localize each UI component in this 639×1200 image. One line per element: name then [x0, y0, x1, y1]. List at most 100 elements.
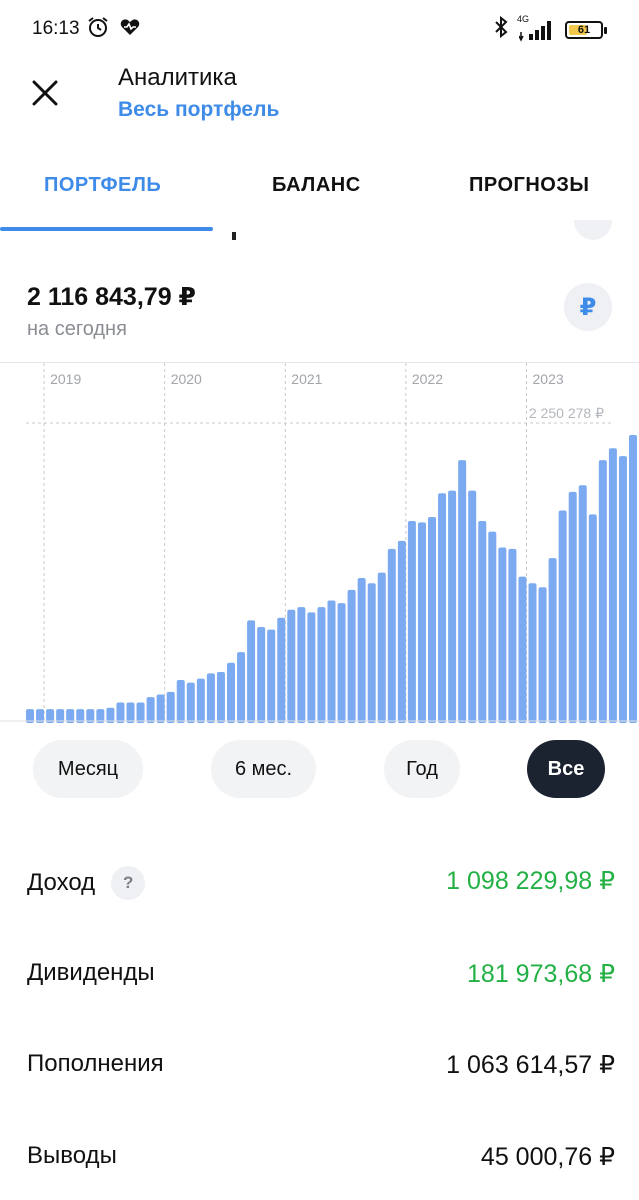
- chart-bar[interactable]: [588, 514, 597, 723]
- chart-bar[interactable]: [156, 694, 165, 723]
- chart-bar[interactable]: [417, 522, 426, 723]
- chart-bar[interactable]: [397, 540, 406, 723]
- chart-bar[interactable]: [136, 702, 145, 723]
- heart-wave-icon: [118, 15, 142, 44]
- chart-bar[interactable]: [558, 510, 567, 723]
- close-button[interactable]: [22, 70, 68, 116]
- scrolled-button-fragment: [574, 220, 612, 240]
- chart-bar[interactable]: [116, 702, 125, 723]
- chart-bar[interactable]: [598, 460, 607, 723]
- chart-bar[interactable]: [458, 460, 467, 723]
- help-icon[interactable]: ?: [111, 866, 146, 900]
- period-6months-button[interactable]: 6 мес.: [211, 740, 316, 798]
- period-month-button[interactable]: Месяц: [33, 740, 143, 798]
- chart-bar[interactable]: [227, 662, 235, 723]
- chart-bar[interactable]: [548, 558, 557, 723]
- tab-forecasts[interactable]: ПРОГНОЗЫ: [469, 174, 589, 197]
- chart-bar[interactable]: [307, 612, 316, 723]
- stat-deposits: Пополнения 1 063 614,57 ₽: [0, 1050, 639, 1100]
- period-year-button[interactable]: Год: [384, 740, 460, 798]
- stat-dividends-label: Дивиденды: [27, 959, 155, 986]
- year-label: 2022: [412, 371, 443, 387]
- tab-bar: ПОРТФЕЛЬ БАЛАНС ПРОГНОЗЫ: [0, 150, 639, 240]
- chart-bar[interactable]: [186, 682, 195, 723]
- stat-deposits-label: Пополнения: [27, 1050, 164, 1077]
- chart-bar[interactable]: [247, 620, 256, 723]
- stat-deposits-value: 1 063 614,57 ₽: [446, 1051, 615, 1079]
- chart-bar[interactable]: [317, 607, 326, 723]
- portfolio-value-caption: на сегодня: [27, 318, 127, 340]
- chart-bar[interactable]: [337, 603, 346, 723]
- currency-switch-button[interactable]: ₽: [564, 283, 612, 331]
- chart-bar[interactable]: [146, 697, 155, 723]
- chart-bar[interactable]: [629, 434, 637, 723]
- stat-withdrawals-label: Выводы: [27, 1142, 117, 1169]
- chart-bar[interactable]: [528, 583, 537, 723]
- chart-bar[interactable]: [277, 617, 286, 723]
- chart-bar[interactable]: [206, 673, 215, 723]
- scrolled-content-fragment: [232, 232, 236, 240]
- status-left-icons: [86, 15, 142, 44]
- bluetooth-icon: [491, 15, 511, 44]
- chart-bar[interactable]: [257, 626, 266, 723]
- chart-bar[interactable]: [357, 577, 366, 723]
- max-value-label: 2 250 278 ₽: [529, 405, 604, 421]
- chart-bar[interactable]: [327, 600, 336, 723]
- chart-bar[interactable]: [508, 548, 517, 723]
- chart-bar[interactable]: [297, 607, 306, 723]
- chart-bar[interactable]: [478, 521, 487, 723]
- stat-income-label-group: Доход ?: [27, 866, 146, 900]
- chart-bar[interactable]: [468, 490, 477, 723]
- chart-bar[interactable]: [407, 521, 416, 723]
- battery-level: 61: [577, 23, 591, 36]
- chart-bar[interactable]: [518, 576, 527, 723]
- chart-bar[interactable]: [126, 702, 135, 723]
- year-label: 2021: [291, 371, 322, 387]
- battery-icon: 61: [565, 20, 607, 39]
- chart-bar[interactable]: [196, 678, 205, 723]
- chart-bar[interactable]: [367, 583, 376, 723]
- tab-active-indicator: [0, 227, 213, 231]
- chart-bar[interactable]: [568, 491, 577, 723]
- signal-icon: 4G: [517, 14, 557, 42]
- network-type: 4G: [517, 13, 530, 24]
- stat-income: Доход ? 1 098 229,98 ₽: [0, 866, 639, 916]
- chart-bar[interactable]: [578, 485, 587, 723]
- chart-bar[interactable]: [488, 531, 497, 723]
- year-label: 2020: [171, 371, 202, 387]
- chart-bar[interactable]: [438, 493, 447, 723]
- portfolio-chart[interactable]: 2019 2020 2021 2022 2023 2 250 278 ₽: [0, 362, 639, 723]
- year-label: 2023: [533, 371, 564, 387]
- close-icon: [32, 80, 58, 106]
- chart-bar[interactable]: [166, 691, 175, 723]
- chart-bar[interactable]: [267, 629, 276, 723]
- tab-portfolio[interactable]: ПОРТФЕЛЬ: [44, 174, 161, 197]
- tab-balance[interactable]: БАЛАНС: [272, 174, 361, 197]
- period-selector: Месяц 6 мес. Год Все: [0, 740, 639, 800]
- year-label: 2019: [50, 371, 81, 387]
- period-all-button[interactable]: Все: [527, 740, 605, 798]
- page-title: Аналитика: [118, 64, 237, 91]
- chart-bar[interactable]: [387, 548, 396, 723]
- portfolio-selector[interactable]: Весь портфель: [118, 98, 279, 122]
- chart-bar[interactable]: [448, 490, 457, 723]
- chart-bar[interactable]: [498, 547, 507, 723]
- battery-tip: [604, 26, 607, 34]
- chart-bar[interactable]: [237, 652, 246, 723]
- stat-withdrawals-value: 45 000,76 ₽: [480, 1143, 615, 1171]
- chart-bar[interactable]: [538, 587, 547, 723]
- chart-bar[interactable]: [176, 679, 185, 723]
- chart-bar[interactable]: [608, 448, 617, 723]
- chart-svg: 2019 2020 2021 2022 2023 2 250 278 ₽: [0, 363, 639, 723]
- chart-bar[interactable]: [216, 672, 225, 723]
- status-time: 16:13: [32, 18, 80, 39]
- status-bar: 16:13 4G 61: [0, 0, 639, 56]
- chart-bar[interactable]: [377, 572, 386, 723]
- chart-bar[interactable]: [618, 456, 627, 723]
- stat-dividends-value: 181 973,68 ₽: [467, 960, 615, 988]
- chart-bar[interactable]: [428, 517, 436, 723]
- stat-income-label: Доход: [27, 869, 96, 896]
- chart-bar[interactable]: [287, 609, 296, 723]
- stat-income-value: 1 098 229,98 ₽: [446, 867, 615, 895]
- chart-bar[interactable]: [347, 589, 356, 723]
